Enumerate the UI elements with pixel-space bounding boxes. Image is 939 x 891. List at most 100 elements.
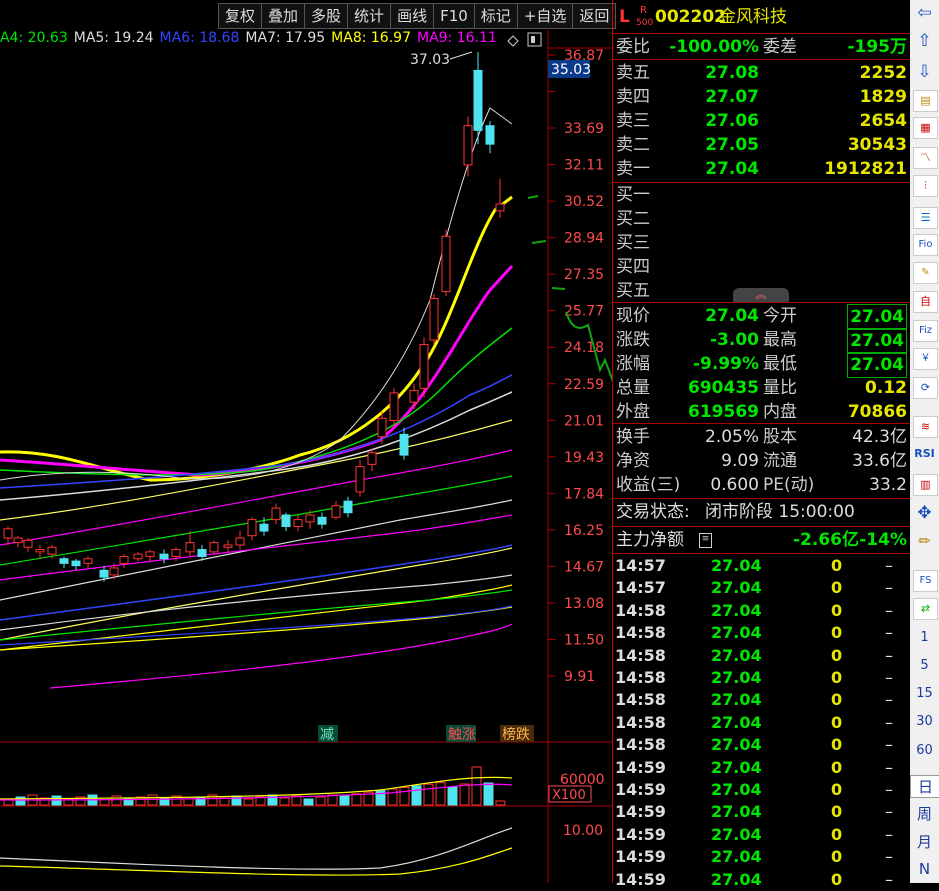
toolbar-multi-stock-button[interactable]: 多股 xyxy=(305,3,349,29)
tick-volume: 0 xyxy=(831,802,843,822)
candle[interactable] xyxy=(259,523,269,532)
candle[interactable] xyxy=(35,549,45,553)
candle[interactable] xyxy=(159,553,169,560)
candle[interactable] xyxy=(209,542,219,553)
candle[interactable] xyxy=(99,569,109,578)
candle[interactable] xyxy=(399,433,409,456)
toolbar-mark-button[interactable]: 标记 xyxy=(474,3,518,29)
candle[interactable] xyxy=(305,514,315,523)
kline-chart[interactable]: 36.8733.6932.1130.5228.9427.3525.7724.18… xyxy=(0,0,612,883)
candle[interactable] xyxy=(367,452,377,465)
candle[interactable] xyxy=(47,546,57,555)
candle[interactable] xyxy=(293,519,303,528)
line-chart-icon[interactable]: 〽 xyxy=(913,147,938,169)
candle[interactable] xyxy=(119,555,129,564)
tick-direction: – xyxy=(885,824,893,844)
toolbar-f10-button[interactable]: F10 xyxy=(434,3,475,29)
exchange-icon[interactable]: ⇄ xyxy=(913,598,938,620)
candle[interactable] xyxy=(331,505,341,518)
indicator-icon[interactable]: ▥ xyxy=(913,474,938,496)
buy-level-row[interactable]: 买四 xyxy=(613,255,911,279)
f10-icon[interactable]: Fio xyxy=(913,234,938,256)
candle[interactable] xyxy=(441,235,451,293)
period-button[interactable]: 日 xyxy=(910,775,939,798)
candle[interactable] xyxy=(83,558,93,564)
candle[interactable] xyxy=(247,519,257,537)
candle[interactable] xyxy=(109,567,119,576)
candle[interactable] xyxy=(185,542,195,553)
candle[interactable] xyxy=(133,553,143,560)
candle[interactable] xyxy=(13,537,23,544)
candle[interactable] xyxy=(495,203,505,212)
toolbar-stats-button[interactable]: 统计 xyxy=(348,3,392,29)
period-button[interactable]: 60 xyxy=(910,743,939,758)
arrow-down-icon[interactable]: ⇩ xyxy=(913,62,936,82)
candle[interactable] xyxy=(23,539,33,548)
candle[interactable] xyxy=(235,537,245,546)
ranking-icon[interactable]: ▤ xyxy=(913,90,938,112)
candle[interactable] xyxy=(409,390,419,403)
table-icon[interactable]: ▦ xyxy=(913,117,938,139)
candle[interactable] xyxy=(377,417,387,438)
sell-level-row[interactable]: 卖一 27.04 1912821 xyxy=(613,157,911,181)
candle[interactable] xyxy=(197,549,207,557)
fiz-icon[interactable]: Fiz xyxy=(913,320,938,342)
toolbar-overlay-button[interactable]: 叠加 xyxy=(262,3,306,29)
candle[interactable] xyxy=(171,549,181,557)
candle[interactable] xyxy=(3,528,13,539)
tick-time: 14:57 xyxy=(615,578,666,598)
candle[interactable] xyxy=(271,507,281,521)
candle[interactable] xyxy=(317,516,327,525)
money-flow-icon[interactable]: ￥ xyxy=(913,348,938,370)
list-view-icon[interactable]: ☰ xyxy=(913,207,938,229)
sell-level-row[interactable]: 卖四 27.07 1829 xyxy=(613,85,911,109)
period-button[interactable]: 月 xyxy=(910,831,939,852)
arrow-left-icon[interactable]: ⇦ xyxy=(913,3,936,23)
buy-level-row[interactable]: 买一 xyxy=(613,183,911,207)
candle[interactable] xyxy=(71,560,81,567)
candle[interactable] xyxy=(419,344,429,389)
diamond-icon[interactable] xyxy=(507,35,519,47)
volume-bar xyxy=(483,782,494,806)
candle[interactable] xyxy=(343,500,353,514)
arrow-up-icon[interactable]: ⇧ xyxy=(913,31,936,51)
sell-level-row[interactable]: 卖五 27.08 2252 xyxy=(613,61,911,85)
list-icon[interactable]: ≡ xyxy=(699,533,712,548)
period-button[interactable]: 周 xyxy=(910,803,939,824)
rsi-icon[interactable]: RSI xyxy=(913,444,936,464)
self-select-icon[interactable]: 自 xyxy=(913,291,938,313)
candle[interactable] xyxy=(429,297,439,341)
toolbar-add-watchlist-button[interactable]: +自选 xyxy=(517,3,574,29)
candle-icon[interactable]: ⫶ xyxy=(913,175,938,197)
period-button[interactable]: 1 xyxy=(910,630,939,645)
candle[interactable] xyxy=(281,514,291,528)
news-icon[interactable]: ✎ xyxy=(913,262,938,284)
period-button[interactable]: 15 xyxy=(910,686,939,701)
period-button[interactable]: 30 xyxy=(910,714,939,729)
refresh-icon[interactable]: ⟳ xyxy=(913,377,938,399)
toolbar-restore-rights-button[interactable]: 复权 xyxy=(218,3,263,29)
quote-row: 外盘 619569 内盘 70866 xyxy=(613,400,911,424)
period-button[interactable]: 5 xyxy=(910,658,939,673)
sell-level-row[interactable]: 卖三 27.06 2654 xyxy=(613,109,911,133)
collapse-handle[interactable]: ︽ xyxy=(733,288,789,302)
pencil-icon[interactable]: ✏ xyxy=(913,531,936,551)
sell-level-row[interactable]: 卖二 27.05 30543 xyxy=(613,133,911,157)
candle[interactable] xyxy=(463,125,473,166)
toolbar-back-button[interactable]: 返回 xyxy=(573,3,617,29)
fs-icon[interactable]: FS xyxy=(913,570,938,592)
wave-icon[interactable]: ≋ xyxy=(913,416,938,438)
buy-level-row[interactable]: 买三 xyxy=(613,231,911,255)
buy-level-row[interactable]: 买二 xyxy=(613,207,911,231)
candle[interactable] xyxy=(473,69,483,131)
candle[interactable] xyxy=(389,392,399,422)
period-button[interactable]: N xyxy=(910,860,939,878)
move-icon[interactable]: ✥ xyxy=(913,503,936,523)
signal-reduce: 减 xyxy=(320,727,334,743)
candle[interactable] xyxy=(485,125,495,145)
candle[interactable] xyxy=(145,551,155,557)
candle[interactable] xyxy=(223,544,233,548)
candle[interactable] xyxy=(59,558,69,564)
toolbar-draw-button[interactable]: 画线 xyxy=(391,3,435,29)
candle[interactable] xyxy=(355,466,365,493)
